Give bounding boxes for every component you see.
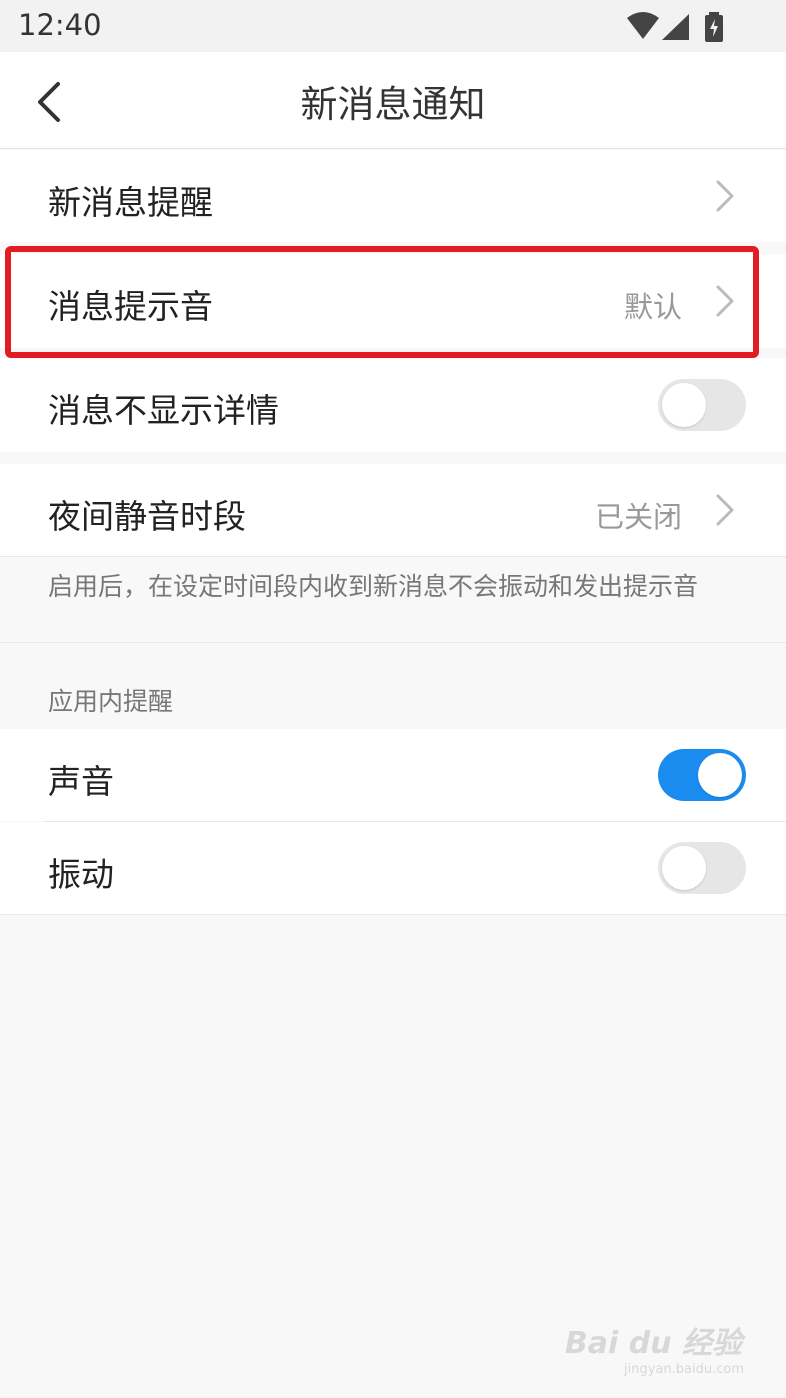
quiet-hours-note: 启用后，在设定时间段内收到新消息不会振动和发出提示音 [48, 572, 699, 601]
status-time: 12:40 [18, 8, 102, 42]
divider [0, 556, 786, 557]
vibration-label: 振动 [48, 855, 114, 894]
highlight-box [5, 246, 759, 358]
divider [0, 914, 786, 915]
wifi-icon [627, 12, 659, 39]
quiet-hours-label: 夜间静音时段 [48, 497, 246, 536]
sound-row: 声音 [0, 729, 786, 821]
toggle-knob [662, 383, 706, 427]
toggle-knob [662, 846, 706, 890]
new-message-reminder-label: 新消息提醒 [48, 183, 213, 222]
chevron-right-icon [716, 494, 734, 526]
page-title: 新消息通知 [300, 83, 486, 126]
vibration-toggle[interactable] [658, 842, 746, 894]
chevron-right-icon [716, 180, 734, 212]
vibration-row: 振动 [0, 822, 786, 914]
in-app-section-title: 应用内提醒 [48, 687, 174, 716]
sound-toggle[interactable] [658, 749, 746, 801]
hide-details-row: 消息不显示详情 [0, 358, 786, 452]
watermark-url: jingyan.baidu.com [624, 1362, 744, 1377]
navigation-header: 新消息通知 [0, 52, 786, 149]
new-message-reminder-row[interactable]: 新消息提醒 [0, 150, 786, 242]
divider [0, 642, 786, 643]
watermark-logo: Bai du 经验 [564, 1326, 742, 1361]
quiet-hours-row[interactable]: 夜间静音时段 已关闭 [0, 464, 786, 556]
toggle-knob [698, 753, 742, 797]
cell-signal-icon [662, 14, 689, 40]
hide-details-label: 消息不显示详情 [48, 391, 279, 430]
battery-charging-icon [705, 12, 723, 42]
status-icons [626, 12, 726, 42]
hide-details-toggle[interactable] [658, 379, 746, 431]
quiet-hours-value: 已关闭 [594, 500, 682, 534]
status-bar: 12:40 [0, 0, 786, 52]
sound-label: 声音 [48, 762, 114, 801]
